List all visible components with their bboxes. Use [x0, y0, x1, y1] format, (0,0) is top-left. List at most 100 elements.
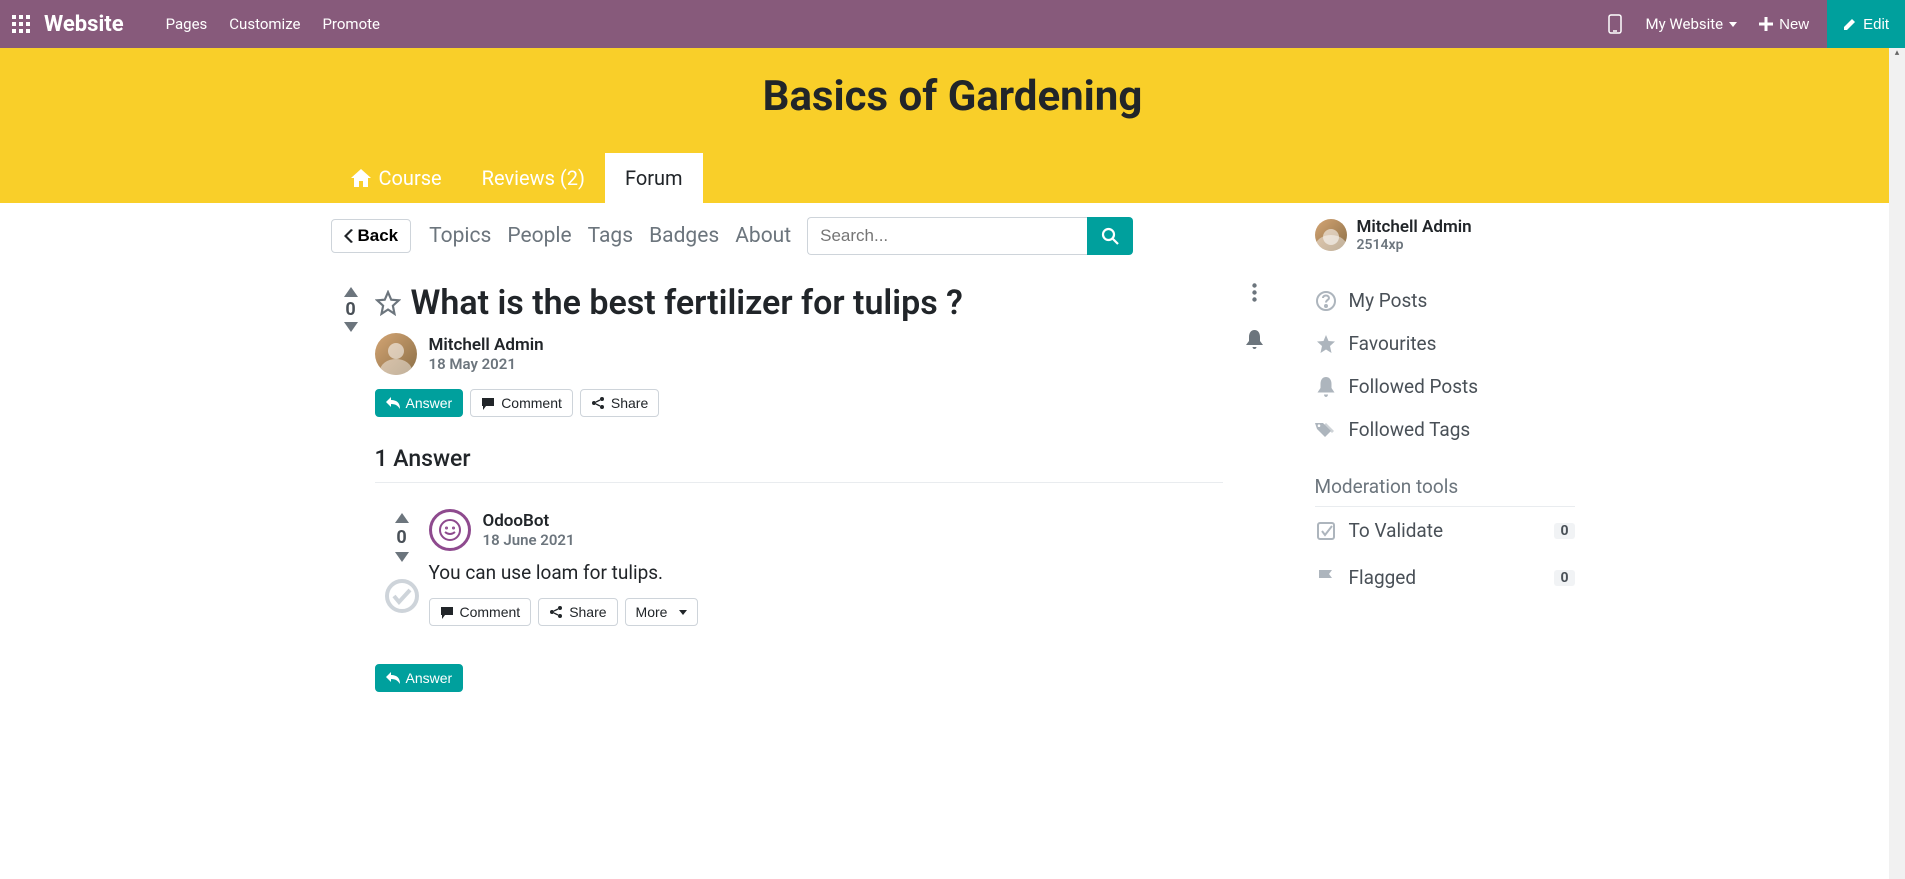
- check-square-icon: [1315, 521, 1337, 541]
- author-avatar[interactable]: [375, 333, 417, 375]
- question-author: Mitchell Admin 18 May 2021: [375, 333, 1223, 375]
- search-input[interactable]: [807, 217, 1087, 255]
- subnav-about[interactable]: About: [735, 224, 791, 248]
- tab-forum[interactable]: Forum: [605, 153, 703, 203]
- favourite-star-icon[interactable]: [375, 290, 401, 316]
- subnav-badges[interactable]: Badges: [649, 224, 719, 248]
- back-button[interactable]: Back: [331, 219, 412, 253]
- tab-course[interactable]: Course: [331, 153, 462, 203]
- reply-icon: [386, 397, 400, 409]
- tab-reviews[interactable]: Reviews (2): [462, 153, 605, 203]
- sidebar-followed-posts[interactable]: Followed Posts: [1315, 365, 1575, 408]
- downvote-button[interactable]: [344, 322, 358, 332]
- scrollbar[interactable]: [1889, 48, 1905, 879]
- share-button[interactable]: Share: [580, 389, 659, 417]
- search-button[interactable]: [1087, 217, 1133, 255]
- tab-forum-label: Forum: [625, 166, 683, 190]
- my-website-label: My Website: [1646, 15, 1724, 33]
- search-icon: [1101, 227, 1119, 245]
- chevron-left-icon: [344, 229, 354, 243]
- edit-button-label: Edit: [1863, 16, 1889, 33]
- sidebar-followed-tags[interactable]: Followed Tags: [1315, 408, 1575, 451]
- subnav-people[interactable]: People: [507, 224, 571, 248]
- moderation-heading: Moderation tools: [1315, 475, 1575, 507]
- comment-button[interactable]: Comment: [470, 389, 573, 417]
- course-banner: Basics of Gardening Course Reviews (2) F…: [0, 48, 1905, 203]
- sidebar-to-validate-label: To Validate: [1349, 519, 1444, 542]
- share-icon: [549, 605, 563, 619]
- answer-share-label: Share: [569, 604, 606, 620]
- answer-upvote-button[interactable]: [395, 513, 409, 523]
- chevron-down-icon: [679, 610, 687, 615]
- sidebar-avatar[interactable]: [1315, 219, 1347, 251]
- author-name[interactable]: Mitchell Admin: [429, 335, 544, 355]
- answer-author-name[interactable]: OdooBot: [483, 511, 575, 531]
- subscribe-bell-icon[interactable]: [1246, 330, 1263, 349]
- flag-icon: [1315, 568, 1337, 588]
- my-website-dropdown[interactable]: My Website: [1646, 15, 1738, 33]
- flagged-count: 0: [1554, 570, 1574, 586]
- brand-label[interactable]: Website: [44, 12, 124, 37]
- answers-heading: 1 Answer: [375, 445, 1223, 483]
- answer-more-button[interactable]: More: [625, 598, 699, 626]
- top-navbar: Website Pages Customize Promote My Websi…: [0, 0, 1905, 48]
- answer-comment-label: Comment: [460, 604, 521, 620]
- answer-button-label: Answer: [406, 395, 453, 411]
- sidebar-profile-name: Mitchell Admin: [1357, 217, 1472, 237]
- search-form: [807, 217, 1133, 255]
- question-title: What is the best fertilizer for tulips ?: [411, 283, 963, 323]
- comment-icon: [481, 397, 495, 410]
- question-block: 0 What is the best fertilizer for tulips…: [331, 283, 1275, 692]
- answer-downvote-button[interactable]: [395, 552, 409, 562]
- accept-answer-icon[interactable]: [384, 578, 420, 614]
- bottom-answer-button[interactable]: Answer: [375, 664, 464, 692]
- answer-more-label: More: [636, 604, 668, 620]
- forum-sidebar: Mitchell Admin 2514xp My Posts Favourite…: [1315, 217, 1575, 692]
- sidebar-profile[interactable]: Mitchell Admin 2514xp: [1315, 217, 1575, 253]
- reply-icon: [386, 672, 400, 684]
- nav-customize[interactable]: Customize: [229, 15, 300, 33]
- forum-subnav: Back Topics People Tags Badges About: [331, 217, 1275, 255]
- answer-vote-col: 0: [375, 509, 429, 626]
- tags-icon: [1315, 421, 1337, 439]
- back-button-label: Back: [358, 226, 399, 246]
- upvote-button[interactable]: [344, 287, 358, 297]
- edit-button[interactable]: Edit: [1827, 0, 1905, 48]
- question-vote-count: 0: [345, 299, 355, 320]
- sidebar-to-validate[interactable]: To Validate 0: [1315, 507, 1575, 554]
- comment-button-label: Comment: [501, 395, 562, 411]
- sidebar-followed-posts-label: Followed Posts: [1349, 375, 1479, 398]
- sidebar-flagged[interactable]: Flagged 0: [1315, 554, 1575, 601]
- question-circle-icon: [1315, 291, 1337, 311]
- new-button[interactable]: New: [1745, 2, 1823, 47]
- share-button-label: Share: [611, 395, 648, 411]
- answer-author-avatar[interactable]: [429, 509, 471, 551]
- nav-pages[interactable]: Pages: [166, 15, 208, 33]
- subnav-topics[interactable]: Topics: [429, 224, 491, 248]
- home-icon: [351, 169, 371, 187]
- author-date: 18 May 2021: [429, 355, 544, 373]
- more-options-icon[interactable]: [1252, 283, 1257, 302]
- tab-course-label: Course: [379, 166, 442, 190]
- new-button-label: New: [1779, 16, 1809, 33]
- apps-icon[interactable]: [12, 15, 30, 33]
- answer-button[interactable]: Answer: [375, 389, 464, 417]
- mobile-preview-icon[interactable]: [1608, 14, 1622, 34]
- sidebar-my-posts[interactable]: My Posts: [1315, 279, 1575, 322]
- sidebar-favourites[interactable]: Favourites: [1315, 322, 1575, 365]
- share-icon: [591, 396, 605, 410]
- sidebar-profile-xp: 2514xp: [1357, 237, 1472, 253]
- sidebar-favourites-label: Favourites: [1349, 332, 1437, 355]
- nav-promote[interactable]: Promote: [322, 15, 380, 33]
- answer-author-date: 18 June 2021: [483, 531, 575, 549]
- sidebar-followed-tags-label: Followed Tags: [1349, 418, 1471, 441]
- answer-comment-button[interactable]: Comment: [429, 598, 532, 626]
- answer-block: 0 Odo: [375, 509, 1223, 626]
- answer-vote-count: 0: [396, 527, 406, 548]
- to-validate-count: 0: [1554, 523, 1574, 539]
- star-icon: [1315, 334, 1337, 354]
- answer-actions: Comment Share More: [429, 598, 1223, 626]
- sidebar-flagged-label: Flagged: [1349, 566, 1417, 589]
- subnav-tags[interactable]: Tags: [588, 224, 633, 248]
- answer-share-button[interactable]: Share: [538, 598, 617, 626]
